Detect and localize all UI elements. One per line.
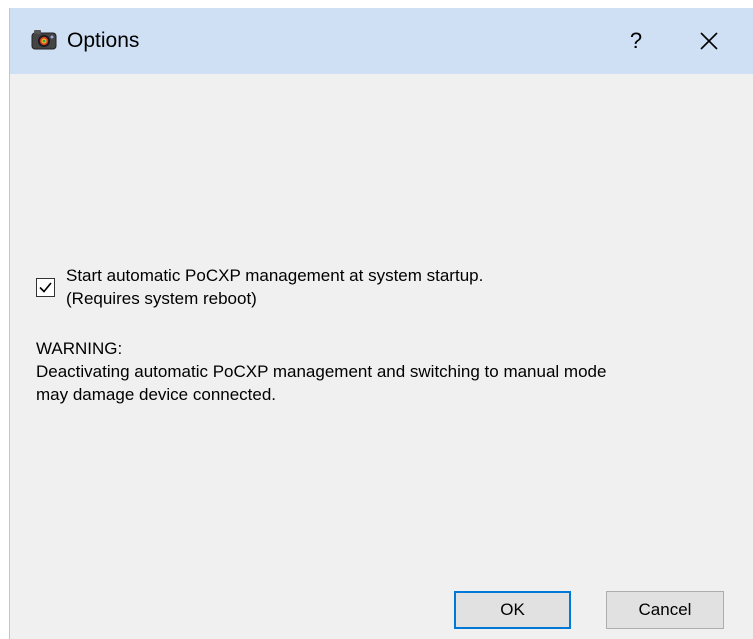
warning-line2: may damage device connected. xyxy=(36,385,277,404)
close-icon xyxy=(700,32,718,50)
help-button[interactable]: ? xyxy=(614,20,658,62)
close-button[interactable] xyxy=(680,20,736,62)
checkmark-icon xyxy=(39,282,52,293)
warning-line1: Deactivating automatic PoCXP management … xyxy=(36,362,607,381)
option-label-line1: Start automatic PoCXP management at syst… xyxy=(66,266,484,285)
cancel-button[interactable]: Cancel xyxy=(606,591,724,629)
camera-icon xyxy=(31,29,57,51)
window-title: Options xyxy=(67,29,140,52)
help-icon: ? xyxy=(629,28,643,53)
warning-heading: WARNING: xyxy=(36,339,123,358)
options-dialog: Options ? Start automatic PoCXP manageme… xyxy=(9,8,753,639)
option-label-line2: (Requires system reboot) xyxy=(66,289,257,308)
auto-pocxp-checkbox[interactable] xyxy=(36,278,55,297)
ok-button[interactable]: OK xyxy=(454,591,571,629)
auto-pocxp-label[interactable]: Start automatic PoCXP management at syst… xyxy=(66,264,706,310)
title-bar[interactable]: Options ? xyxy=(10,8,753,74)
warning-message: WARNING: Deactivating automatic PoCXP ma… xyxy=(36,337,736,406)
